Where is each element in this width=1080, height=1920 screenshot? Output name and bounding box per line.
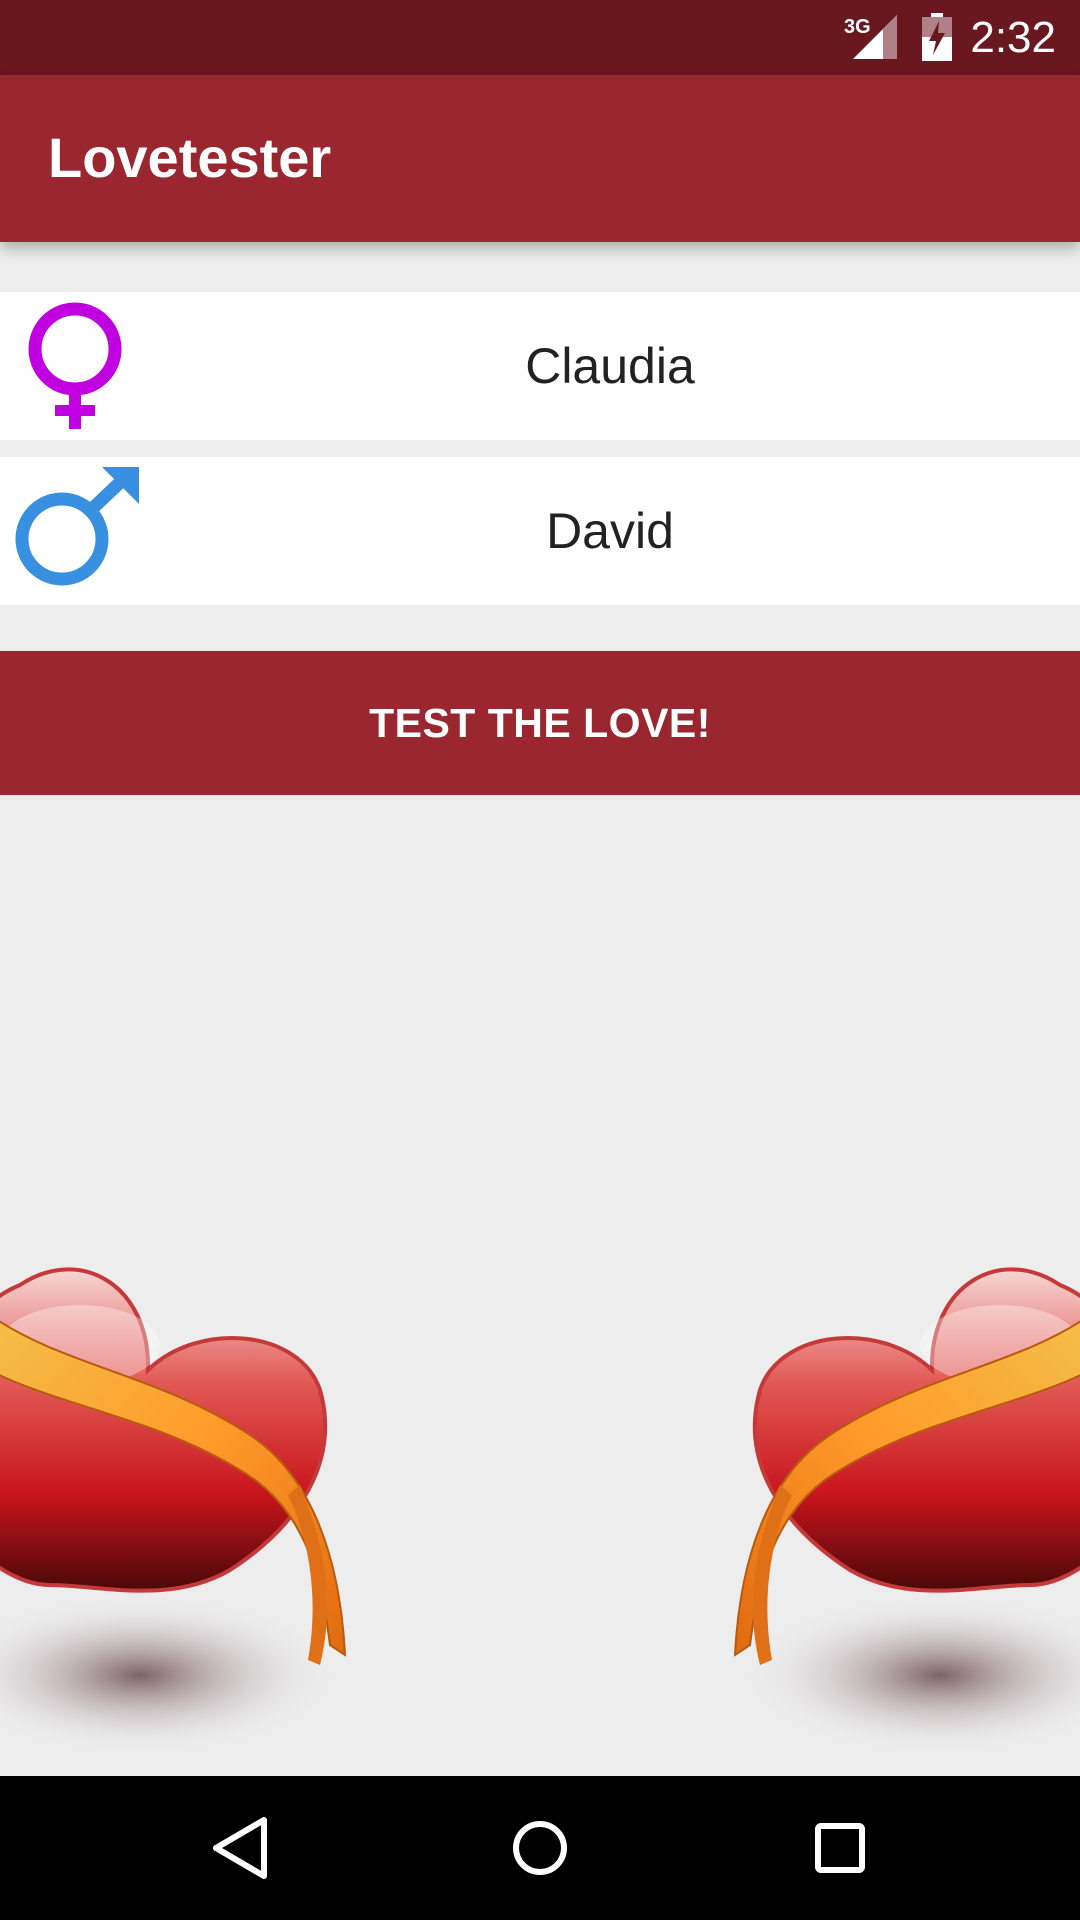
status-clock: 2:32	[970, 13, 1056, 62]
female-symbol-icon	[28, 302, 122, 429]
home-circle-icon[interactable]	[500, 1808, 580, 1888]
test-love-button[interactable]: TEST THE LOVE!	[0, 651, 1080, 795]
lovetester-screen: 3G 2:32 Lovetester Claudia David TEST TH…	[0, 0, 1080, 1920]
male-name-row[interactable]: David	[0, 457, 1080, 605]
app-title: Lovetester	[48, 126, 332, 189]
battery-charging-icon	[922, 13, 952, 61]
male-symbol-icon	[15, 467, 139, 586]
signal-icon	[853, 15, 897, 59]
female-name-row[interactable]: Claudia	[0, 292, 1080, 440]
recents-square-icon[interactable]	[800, 1808, 880, 1888]
status-bar: 3G 2:32	[0, 0, 1080, 75]
hearts-illustration	[0, 1267, 1080, 1757]
back-triangle-icon[interactable]	[200, 1808, 280, 1888]
female-name-field[interactable]: Claudia	[140, 292, 1080, 440]
male-name-field[interactable]: David	[140, 457, 1080, 605]
navigation-bar	[0, 1776, 1080, 1920]
app-bar: Lovetester	[0, 75, 1080, 242]
